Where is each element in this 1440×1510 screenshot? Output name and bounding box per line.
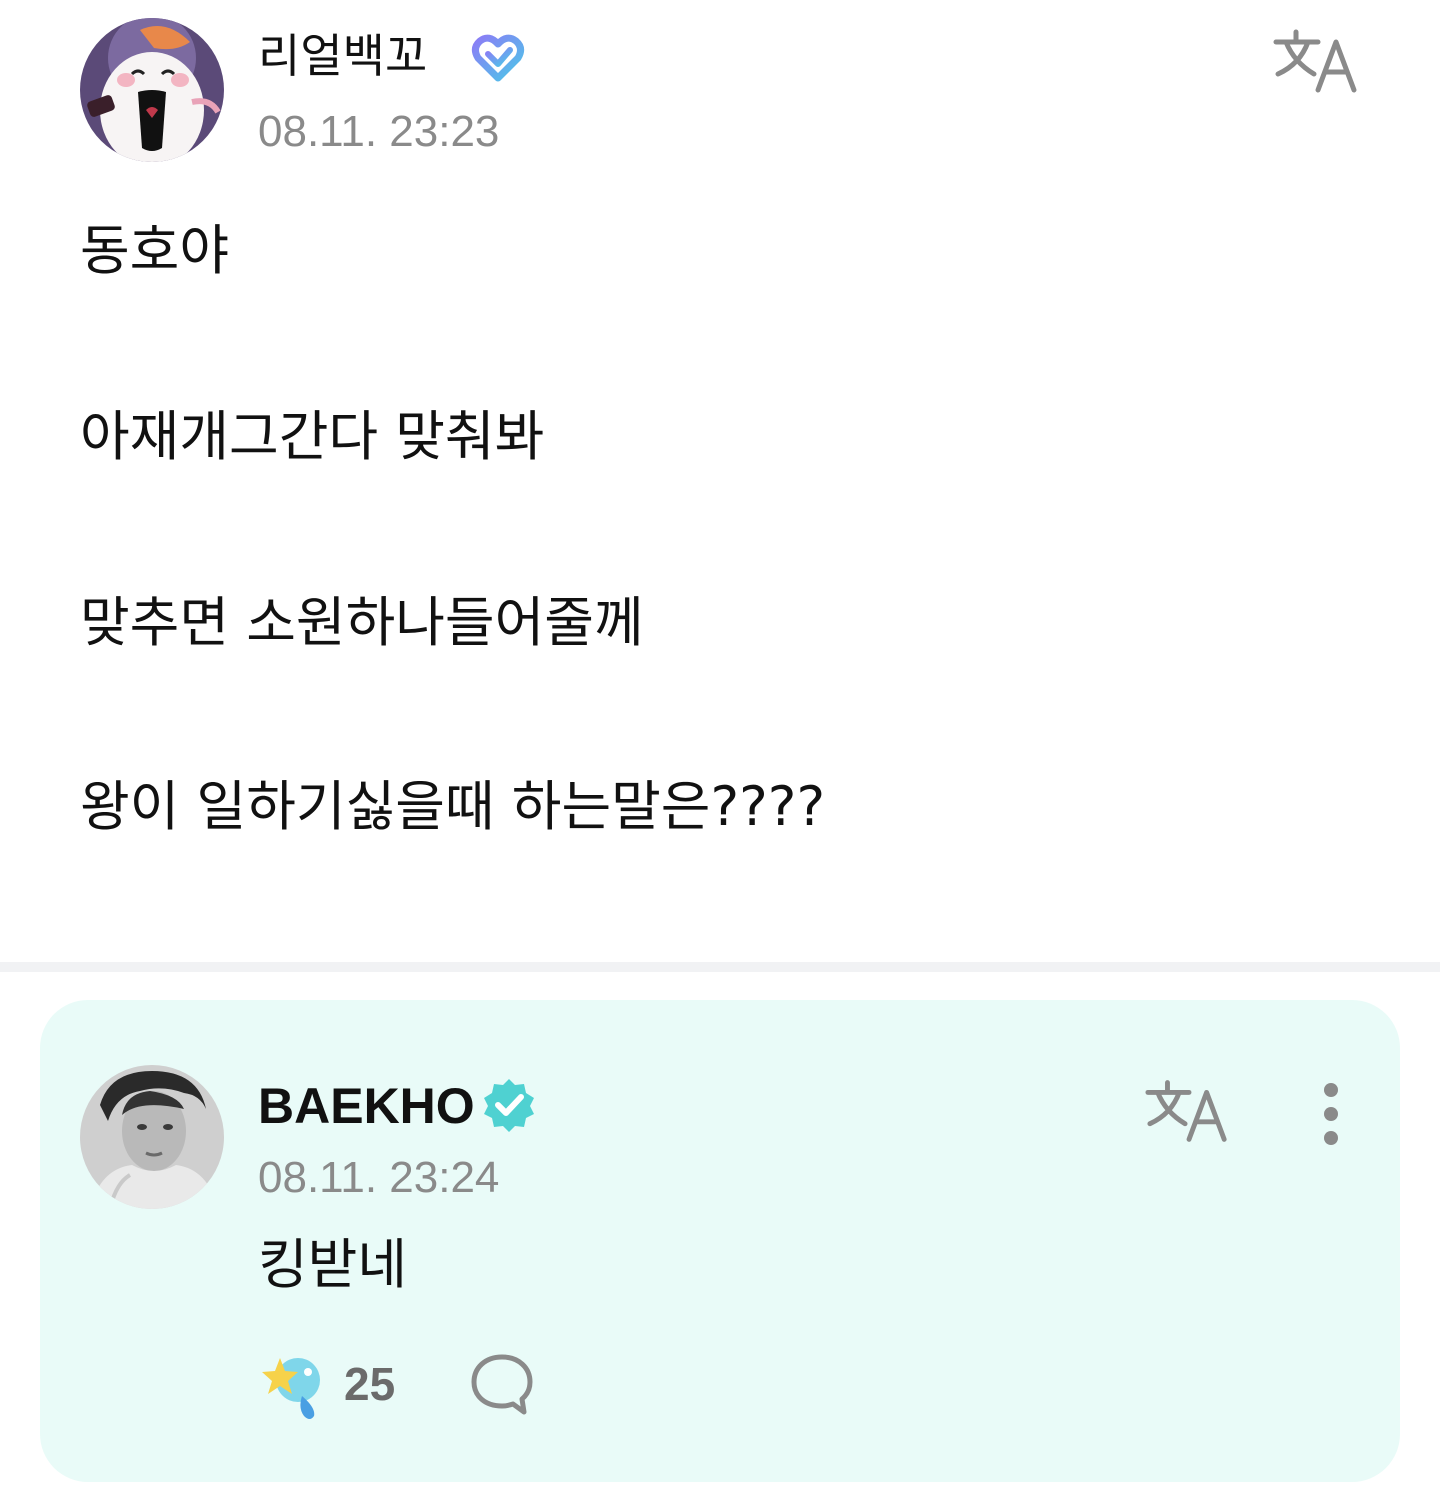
- reaction-button[interactable]: [258, 1350, 330, 1422]
- reply-translate-button[interactable]: [1144, 1076, 1234, 1146]
- post-author-name[interactable]: 리얼백꼬: [258, 28, 427, 84]
- star-sparkle-icon: [262, 1358, 320, 1419]
- post-body-line: 동호야: [80, 219, 230, 282]
- reply-author-avatar[interactable]: [80, 1065, 224, 1209]
- comment-button[interactable]: [470, 1352, 534, 1416]
- artist-reply-card: BAEKHO 08.11. 23:24 킹받네 25: [40, 1000, 1400, 1482]
- post-body-line: 맞추면 소원하나들어줄께: [80, 591, 644, 654]
- verified-badge-icon: [480, 1076, 538, 1134]
- section-divider: [0, 962, 1440, 972]
- more-options-button[interactable]: [1306, 1082, 1356, 1154]
- membership-heart-icon: [470, 30, 526, 86]
- translate-icon: [1273, 29, 1357, 93]
- reply-timestamp: 08.11. 23:24: [258, 1153, 500, 1202]
- post-author-avatar[interactable]: [80, 18, 224, 162]
- more-vertical-icon: [1324, 1083, 1338, 1145]
- post-body-line: 왕이 일하기싫을때 하는말은????: [80, 775, 826, 838]
- translate-icon: [1145, 1080, 1227, 1142]
- comment-bubble-icon: [471, 1354, 533, 1415]
- post-translate-button[interactable]: [1272, 26, 1364, 96]
- reaction-count: 25: [344, 1358, 396, 1410]
- reply-author-name[interactable]: BAEKHO: [258, 1076, 475, 1136]
- post-body-line: 아재개그간다 맞춰봐: [80, 405, 545, 468]
- reply-text: 킹받네: [258, 1233, 408, 1296]
- post-timestamp: 08.11. 23:23: [258, 107, 500, 156]
- original-post: 리얼백꼬 08.11. 23:23 동호야 아재개그간다 맞춰봐 맞추면 소원하…: [0, 0, 1440, 962]
